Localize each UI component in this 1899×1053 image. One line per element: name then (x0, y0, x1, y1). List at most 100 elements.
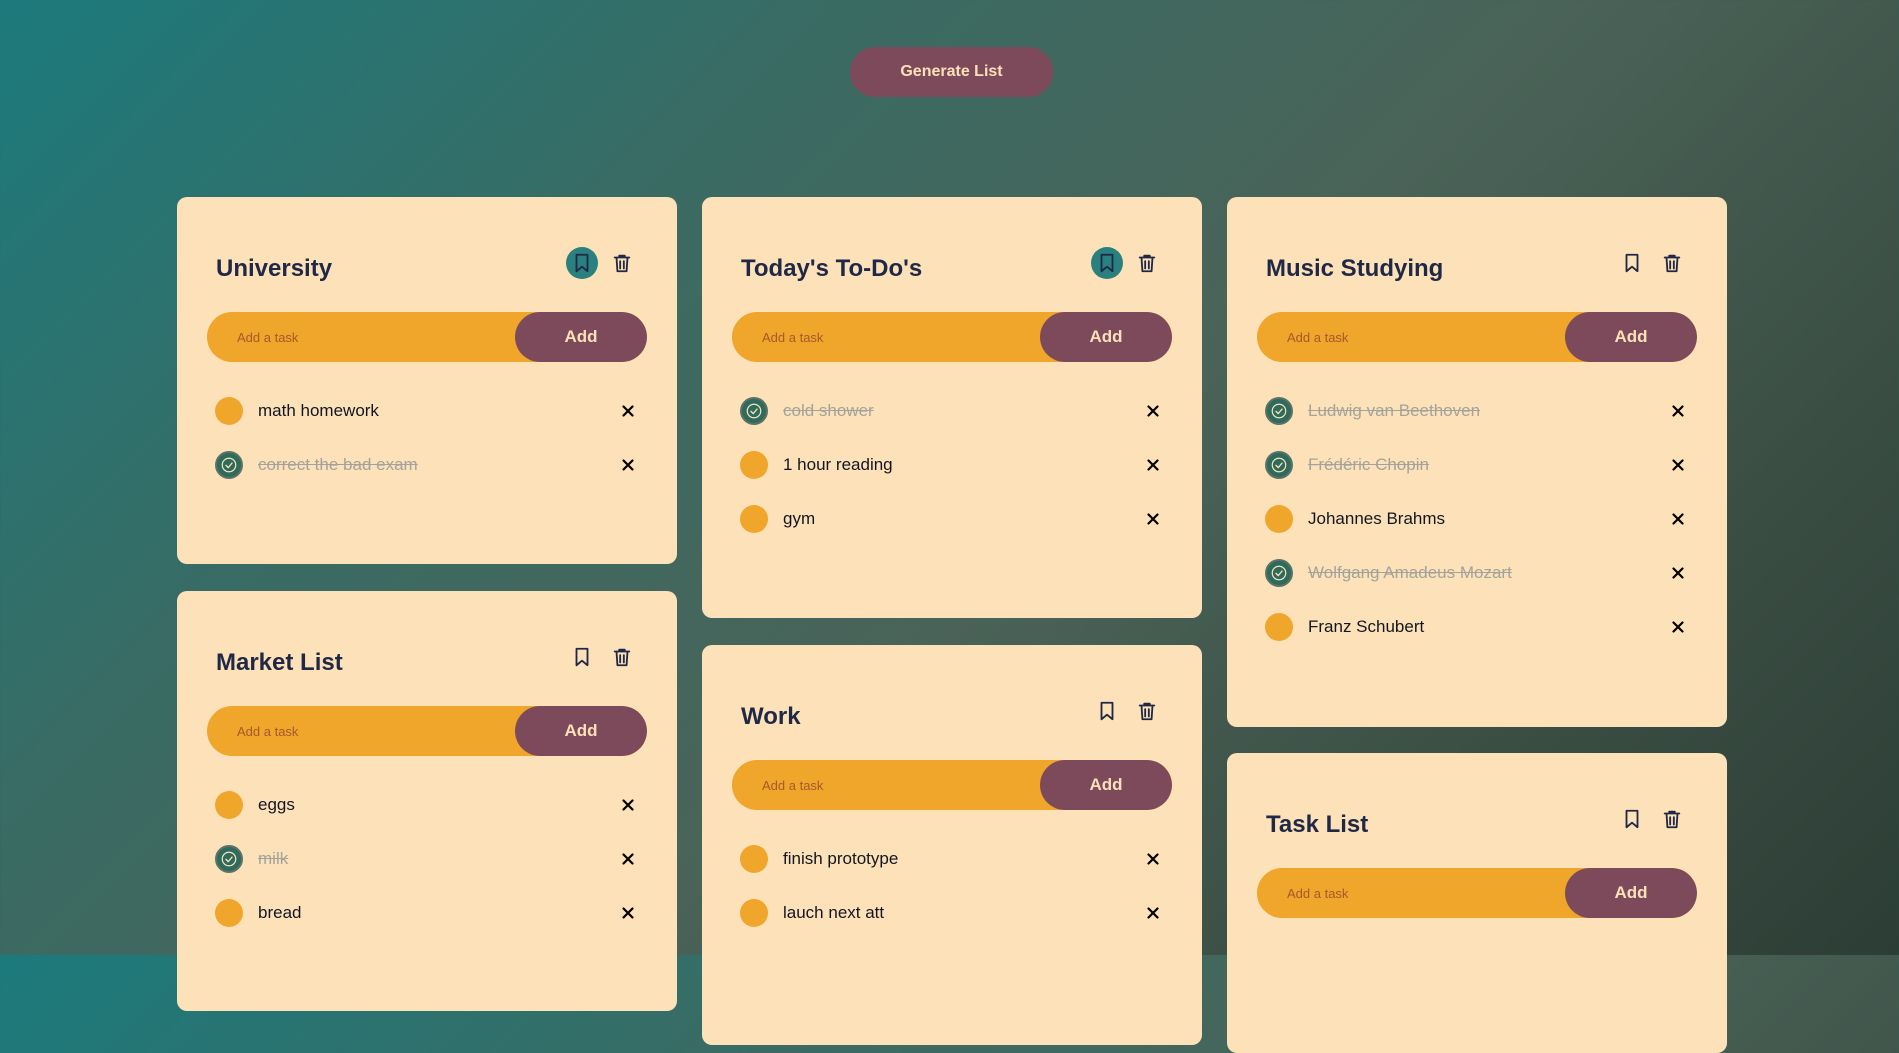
trash-icon[interactable] (1656, 803, 1688, 835)
task-checkbox[interactable] (740, 451, 768, 479)
delete-task-icon[interactable] (1668, 563, 1688, 583)
task-checkbox[interactable] (215, 899, 243, 927)
task-item: math homework (177, 397, 677, 451)
delete-task-icon[interactable] (618, 401, 638, 421)
bookmark-icon[interactable] (566, 641, 598, 673)
task-item: gym (702, 505, 1202, 559)
trash-icon[interactable] (606, 641, 638, 673)
list-title: Music Studying (1266, 255, 1444, 282)
add-task-button[interactable]: Add (1040, 312, 1172, 362)
list-title: Work (741, 703, 801, 730)
task-checked-icon[interactable] (740, 397, 768, 425)
task-item: 1 hour reading (702, 451, 1202, 505)
delete-task-icon[interactable] (1143, 903, 1163, 923)
trash-icon[interactable] (1131, 695, 1163, 727)
delete-task-icon[interactable] (618, 455, 638, 475)
task-item: Ludwig van Beethoven (1227, 397, 1727, 451)
add-task-input[interactable] (732, 312, 1032, 362)
bookmark-icon[interactable] (1616, 803, 1648, 835)
bookmark-icon[interactable] (1616, 247, 1648, 279)
trash-icon[interactable] (606, 247, 638, 279)
task-checkbox[interactable] (215, 397, 243, 425)
add-task-input[interactable] (207, 312, 507, 362)
task-checkbox[interactable] (1265, 505, 1293, 533)
task-text: Wolfgang Amadeus Mozart (1308, 563, 1512, 582)
task-checkbox[interactable] (740, 899, 768, 927)
task-list: Ludwig van Beethoven Frédéric Chopin Johan… (1227, 397, 1727, 667)
task-item: correct the bad exam (177, 451, 677, 505)
add-task-input[interactable] (1257, 868, 1557, 918)
generate-list-button[interactable]: Generate List (850, 47, 1053, 97)
add-task-form: Add (1257, 868, 1697, 918)
list-title: University (216, 255, 333, 282)
add-task-form: Add (732, 312, 1172, 362)
list-card-music-studying: Music Studying Add Ludwig van Beethoven Fré… (1227, 197, 1727, 727)
list-title: Market List (216, 649, 343, 676)
add-task-button[interactable]: Add (1565, 868, 1697, 918)
task-text: Frédéric Chopin (1308, 455, 1429, 474)
delete-task-icon[interactable] (1668, 617, 1688, 637)
task-text: milk (258, 849, 289, 868)
task-item: bread (177, 899, 677, 953)
task-item: milk (177, 845, 677, 899)
task-text: cold shower (783, 401, 874, 420)
add-task-form: Add (732, 760, 1172, 810)
trash-icon[interactable] (1656, 247, 1688, 279)
task-checkbox[interactable] (215, 791, 243, 819)
delete-task-icon[interactable] (1143, 401, 1163, 421)
add-task-form: Add (1257, 312, 1697, 362)
task-item: lauch next att (702, 899, 1202, 953)
list-card-task-list: Task List Add (1227, 753, 1727, 1053)
task-text: lauch next att (783, 903, 885, 922)
task-item: Frédéric Chopin (1227, 451, 1727, 505)
bookmark-icon[interactable] (566, 247, 598, 279)
trash-icon[interactable] (1131, 247, 1163, 279)
list-card-market-list: Market List Add eggs milk bread (177, 591, 677, 1011)
task-checkbox[interactable] (1265, 613, 1293, 641)
delete-task-icon[interactable] (618, 849, 638, 869)
task-list: math homework correct the bad exam (177, 397, 677, 505)
add-task-button[interactable]: Add (515, 312, 647, 362)
task-list: eggs milk bread (177, 791, 677, 953)
task-checked-icon[interactable] (1265, 451, 1293, 479)
task-text: 1 hour reading (783, 455, 893, 474)
task-item: Johannes Brahms (1227, 505, 1727, 559)
add-task-button[interactable]: Add (515, 706, 647, 756)
add-task-button[interactable]: Add (1040, 760, 1172, 810)
list-card-work: Work Add finish prototype lauch next att (702, 645, 1202, 1045)
task-text: bread (258, 903, 302, 922)
task-item: cold shower (702, 397, 1202, 451)
delete-task-icon[interactable] (1668, 401, 1688, 421)
task-checked-icon[interactable] (1265, 397, 1293, 425)
add-task-button[interactable]: Add (1565, 312, 1697, 362)
task-checked-icon[interactable] (215, 845, 243, 873)
task-checked-icon[interactable] (1265, 559, 1293, 587)
task-text: gym (783, 509, 816, 528)
delete-task-icon[interactable] (1143, 849, 1163, 869)
delete-task-icon[interactable] (1668, 455, 1688, 475)
list-title: Task List (1266, 811, 1369, 838)
task-text: Ludwig van Beethoven (1308, 401, 1481, 420)
task-list: finish prototype lauch next att (702, 845, 1202, 953)
delete-task-icon[interactable] (618, 795, 638, 815)
task-item: Franz Schubert (1227, 613, 1727, 667)
bookmark-icon[interactable] (1091, 247, 1123, 279)
task-text: Johannes Brahms (1308, 509, 1446, 528)
task-checkbox[interactable] (740, 505, 768, 533)
add-task-input[interactable] (207, 706, 507, 756)
list-card-university: University Add math homework correct the ba… (177, 197, 677, 564)
task-text: eggs (258, 795, 295, 814)
bookmark-icon[interactable] (1091, 695, 1123, 727)
delete-task-icon[interactable] (1143, 509, 1163, 529)
task-checkbox[interactable] (740, 845, 768, 873)
add-task-form: Add (207, 312, 647, 362)
task-checked-icon[interactable] (215, 451, 243, 479)
add-task-input[interactable] (732, 760, 1032, 810)
task-item: eggs (177, 791, 677, 845)
task-list: cold shower 1 hour reading gym (702, 397, 1202, 559)
delete-task-icon[interactable] (1143, 455, 1163, 475)
delete-task-icon[interactable] (1668, 509, 1688, 529)
add-task-input[interactable] (1257, 312, 1557, 362)
delete-task-icon[interactable] (618, 903, 638, 923)
task-text: correct the bad exam (258, 455, 418, 474)
